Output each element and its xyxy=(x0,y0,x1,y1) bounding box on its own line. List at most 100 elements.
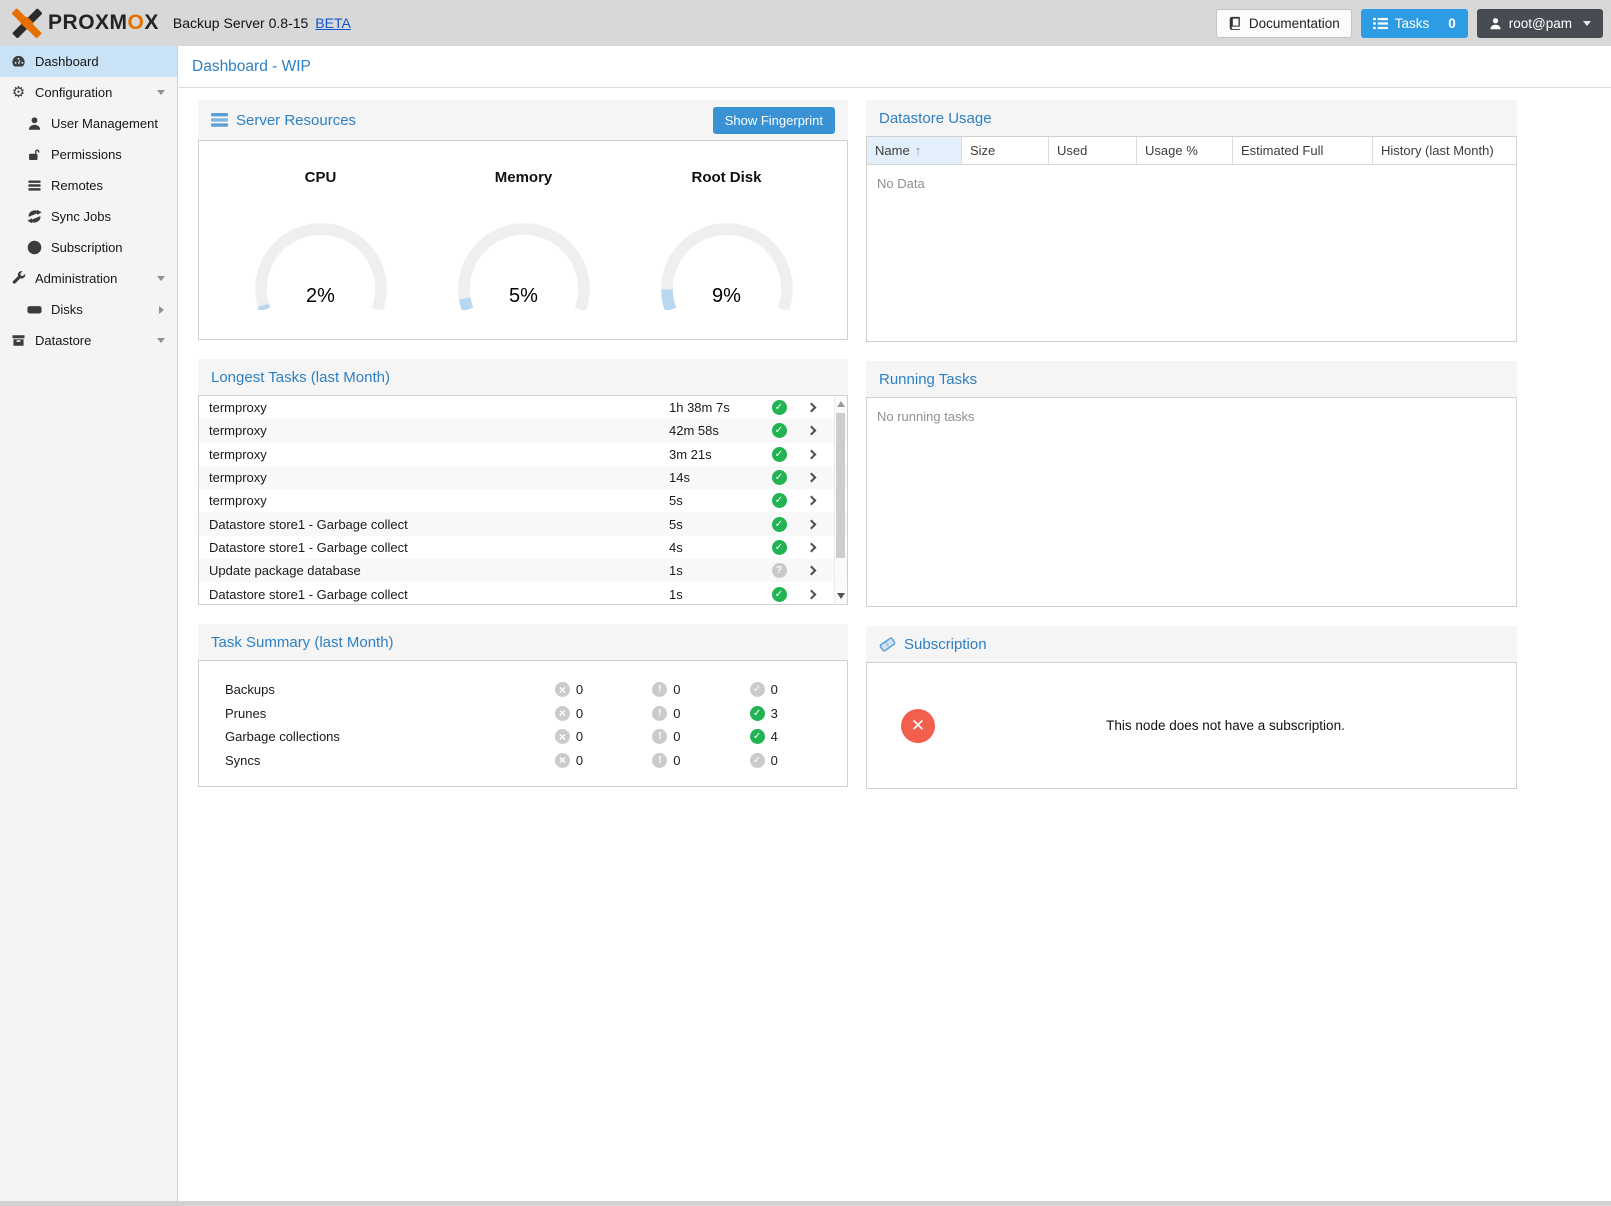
memory-gauge: Memory 5% xyxy=(422,169,625,339)
task-open-button[interactable] xyxy=(794,451,828,458)
sidebar-item-permissions[interactable]: Permissions xyxy=(0,139,177,170)
show-fingerprint-button[interactable]: Show Fingerprint xyxy=(713,107,835,134)
sidebar-item-administration[interactable]: Administration xyxy=(0,263,177,294)
main-content: Dashboard - WIP Server Resources Show Fi… xyxy=(179,46,1611,1201)
book-icon xyxy=(1228,16,1242,30)
column-header-estimated-full[interactable]: Estimated Full xyxy=(1233,137,1373,164)
sidebar-item-remotes[interactable]: Remotes xyxy=(0,170,177,201)
sort-ascending-icon: ↑ xyxy=(915,143,922,158)
task-row[interactable]: termproxy 42m 58s xyxy=(199,419,847,442)
column-header-size[interactable]: Size xyxy=(962,137,1049,164)
refresh-icon xyxy=(26,208,43,225)
sidebar-item-dashboard[interactable]: Dashboard xyxy=(0,46,177,77)
error-count-icon xyxy=(555,729,570,744)
bottom-edge xyxy=(0,1201,1611,1206)
task-status-icon xyxy=(772,493,787,508)
subscription-message: This node does not have a subscription. xyxy=(935,718,1516,733)
task-name: termproxy xyxy=(209,447,669,462)
longest-tasks-panel: Longest Tasks (last Month) termproxy 1h … xyxy=(198,359,848,605)
sidebar-item-subscription[interactable]: Subscription xyxy=(0,232,177,263)
stacked-bars-icon xyxy=(26,177,43,194)
running-tasks-title: Running Tasks xyxy=(879,371,977,388)
datastore-table-header: Name↑ Size Used Usage % Estimated Full H… xyxy=(867,137,1516,165)
task-row[interactable]: termproxy 1h 38m 7s xyxy=(199,396,847,419)
task-row[interactable]: Datastore store1 - Garbage collect 4s xyxy=(199,536,847,559)
task-status-icon xyxy=(772,563,787,578)
no-running-tasks-text: No running tasks xyxy=(867,398,1516,435)
tasks-button[interactable]: Tasks 0 xyxy=(1361,9,1468,38)
summary-row-garbage-collections: Garbage collections 0 0 4 xyxy=(225,725,847,749)
top-header-bar: PROXMOX Backup Server 0.8-15 BETA Docume… xyxy=(0,0,1611,46)
caret-down-icon xyxy=(157,338,165,343)
task-duration: 42m 58s xyxy=(669,423,764,438)
task-duration: 1s xyxy=(669,587,764,602)
task-open-button[interactable] xyxy=(794,404,828,411)
topbar-actions: Documentation Tasks 0 root@pam xyxy=(1216,9,1603,38)
task-open-button[interactable] xyxy=(794,474,828,481)
documentation-button[interactable]: Documentation xyxy=(1216,9,1352,38)
chevron-right-icon xyxy=(806,519,816,529)
datastore-usage-panel: Datastore Usage Name↑ Size Used Usage % … xyxy=(866,100,1517,342)
sidebar-item-disks[interactable]: Disks xyxy=(0,294,177,325)
task-status-icon xyxy=(772,587,787,602)
sidebar-item-datastore[interactable]: Datastore xyxy=(0,325,177,356)
task-duration: 1s xyxy=(669,563,764,578)
ok-count-icon xyxy=(750,682,765,697)
task-open-button[interactable] xyxy=(794,544,828,551)
user-icon xyxy=(1489,17,1502,30)
task-open-button[interactable] xyxy=(794,567,828,574)
scroll-down-icon[interactable] xyxy=(837,593,845,599)
task-open-button[interactable] xyxy=(794,521,828,528)
task-summary-panel: Task Summary (last Month) Backups 0 0 0 … xyxy=(198,624,848,787)
task-row[interactable]: termproxy 14s xyxy=(199,466,847,489)
task-open-button[interactable] xyxy=(794,497,828,504)
task-name: termproxy xyxy=(209,493,669,508)
task-duration: 14s xyxy=(669,470,764,485)
chevron-right-icon xyxy=(806,449,816,459)
proxmox-wordmark: PROXMOX xyxy=(48,11,159,35)
chevron-right-icon xyxy=(806,426,816,436)
task-row[interactable]: termproxy 3m 21s xyxy=(199,443,847,466)
server-resources-title: Server Resources xyxy=(211,112,356,129)
product-name: Backup Server 0.8-15 xyxy=(173,15,308,31)
beta-link[interactable]: BETA xyxy=(315,15,351,31)
task-open-button[interactable] xyxy=(794,427,828,434)
task-name: Datastore store1 - Garbage collect xyxy=(209,587,669,602)
task-status-icon xyxy=(772,400,787,415)
ok-count-icon xyxy=(750,753,765,768)
root-disk-gauge: Root Disk 9% xyxy=(625,169,828,339)
tasks-scrollbar[interactable] xyxy=(834,397,846,603)
sidebar-item-sync-jobs[interactable]: Sync Jobs xyxy=(0,201,177,232)
column-header-history[interactable]: History (last Month) xyxy=(1373,137,1516,164)
task-row[interactable]: termproxy 5s xyxy=(199,489,847,512)
task-open-button[interactable] xyxy=(794,591,828,598)
user-menu-button[interactable]: root@pam xyxy=(1477,9,1603,38)
archive-box-icon xyxy=(10,332,27,349)
column-header-name[interactable]: Name↑ xyxy=(867,137,962,164)
scroll-up-icon[interactable] xyxy=(837,401,845,407)
sidebar-item-user-management[interactable]: User Management xyxy=(0,108,177,139)
memory-gauge-value: 5% xyxy=(449,285,599,308)
task-row[interactable]: Datastore store1 - Garbage collect 1s xyxy=(199,582,847,605)
column-header-used[interactable]: Used xyxy=(1049,137,1137,164)
task-status-icon xyxy=(772,470,787,485)
error-count-icon xyxy=(555,682,570,697)
warning-count-icon xyxy=(652,729,667,744)
task-status-icon xyxy=(772,517,787,532)
task-row[interactable]: Datastore store1 - Garbage collect 5s xyxy=(199,512,847,535)
proxmox-backup-server-app: { "header": { "logo_icon": "proxmox-x-lo… xyxy=(0,0,1611,1206)
task-row[interactable]: Update package database 1s xyxy=(199,559,847,582)
error-count-icon xyxy=(555,753,570,768)
sidebar-item-configuration[interactable]: ⚙ Configuration xyxy=(0,77,177,108)
hdd-icon xyxy=(26,301,43,318)
summary-row-syncs: Syncs 0 0 0 xyxy=(225,749,847,773)
caret-right-icon xyxy=(159,306,164,314)
scrollbar-thumb[interactable] xyxy=(836,413,845,558)
task-status-icon xyxy=(772,447,787,462)
warning-count-icon xyxy=(652,753,667,768)
warning-count-icon xyxy=(652,706,667,721)
task-summary-title: Task Summary (last Month) xyxy=(211,634,394,651)
longest-tasks-list: termproxy 1h 38m 7s termproxy 42m 58s xyxy=(199,396,847,605)
column-header-usage-pct[interactable]: Usage % xyxy=(1137,137,1233,164)
page-title-bar: Dashboard - WIP xyxy=(179,46,1611,88)
